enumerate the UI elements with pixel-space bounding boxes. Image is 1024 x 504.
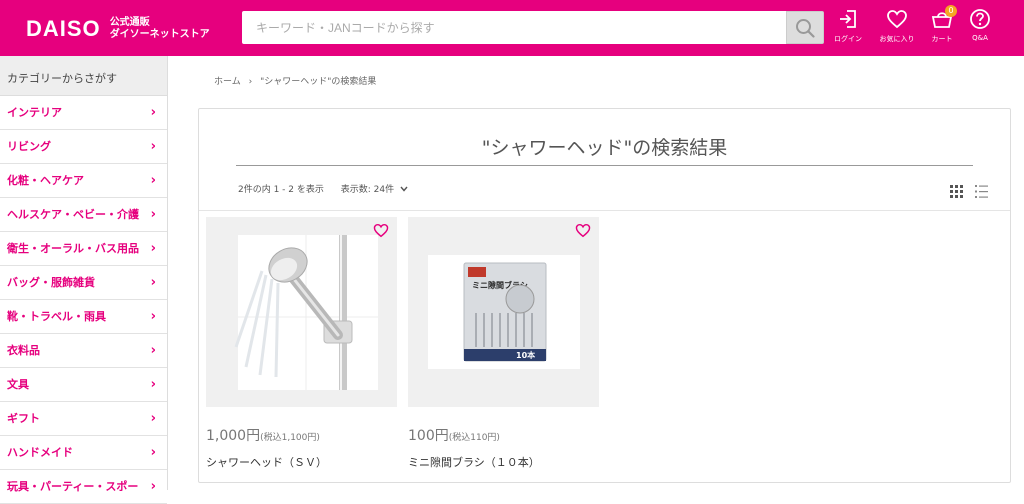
chevron-right-icon: › — [150, 479, 156, 494]
sidebar-title: カテゴリーからさがす — [0, 56, 167, 96]
chevron-right-icon: › — [150, 445, 156, 460]
sidebar-item[interactable]: 玩具・パーティー・スポー › — [0, 470, 167, 504]
per-page-value: 表示数: 24件 — [340, 185, 395, 195]
mini-brush-package-photo: ミニ隙間ブラシ 10本 — [408, 217, 599, 407]
search-button[interactable] — [786, 11, 824, 44]
price-tax-included: (税込110円) — [448, 433, 500, 443]
site-header: DAISO 公式通販 ダイソーネットストア ログイン お気に入り — [0, 0, 1024, 56]
qa-label: Q&A — [972, 34, 988, 42]
grid-view-toggle[interactable] — [950, 183, 963, 202]
breadcrumb-separator: › — [248, 77, 253, 87]
chevron-right-icon: › — [150, 241, 156, 256]
sidebar-item-label: 化粧・ヘアケア — [7, 174, 84, 187]
product-name[interactable]: シャワーヘッド（ＳＶ） — [206, 454, 397, 470]
chevron-right-icon: › — [150, 309, 156, 324]
price-value: 1,000円 — [206, 428, 261, 444]
product-name[interactable]: ミニ隙間ブラシ（１０本） — [408, 454, 599, 470]
favorites-link[interactable]: お気に入り — [875, 8, 919, 48]
sidebar-item[interactable]: 靴・トラベル・雨具 › — [0, 300, 167, 334]
daiso-logo[interactable]: DAISO 公式通販 ダイソーネットストア — [26, 16, 210, 41]
chevron-right-icon: › — [150, 275, 156, 290]
search-input[interactable] — [242, 11, 788, 44]
result-count-bar: 2件の内 1 - 2 を表示 表示数: 24件 — [238, 182, 408, 195]
sidebar-item[interactable]: ヘルスケア・ベビー・介護 › — [0, 198, 167, 232]
sidebar-item[interactable]: リビング › — [0, 130, 167, 164]
heart-icon — [887, 10, 907, 29]
page-title: "シャワーヘッド"の検索結果 — [481, 137, 728, 159]
logo-sub-line1: 公式通販 — [109, 17, 150, 28]
favorites-label: お気に入り — [879, 35, 915, 43]
price-value: 100円 — [408, 428, 449, 444]
sidebar-item[interactable]: インテリア › — [0, 96, 167, 130]
logo-sub-line2: ダイソーネットストア — [109, 29, 210, 40]
help-icon — [970, 9, 990, 29]
result-count-text: 2件の内 1 - 2 を表示 — [238, 185, 324, 195]
sidebar-item-label: 衣料品 — [7, 344, 40, 357]
sidebar-item[interactable]: ギフト › — [0, 402, 167, 436]
login-icon — [840, 10, 856, 28]
sidebar-item-label: 衛生・オーラル・バス用品 — [7, 242, 139, 255]
price-tax-included: (税込1,100円) — [260, 433, 320, 443]
logo-brand-text: DAISO — [26, 16, 101, 41]
per-page-select[interactable]: 表示数: 24件 — [341, 185, 408, 195]
sidebar-item-label: バッグ・服飾雑貨 — [7, 276, 95, 289]
login-label: ログイン — [834, 35, 862, 43]
login-link[interactable]: ログイン — [826, 8, 870, 48]
sidebar-item-label: 玩具・パーティー・スポー — [7, 480, 139, 493]
cart-count-badge: 0 — [945, 5, 957, 17]
category-list: インテリア › リビング › 化粧・ヘアケア › ヘルスケア・ベビー・介護 › 衛生・オーラル・… — [0, 96, 167, 504]
chevron-down-icon — [400, 186, 408, 192]
sidebar-item-label: 文具 — [7, 378, 29, 391]
sidebar-item-label: ギフト — [7, 412, 40, 425]
chevron-right-icon: › — [150, 207, 156, 222]
qa-link[interactable]: Q&A — [958, 8, 1002, 48]
favorite-heart-icon[interactable] — [373, 223, 389, 238]
shower-head-photo — [206, 217, 397, 407]
logo-subtitle: 公式通販 ダイソーネットストア — [110, 17, 210, 41]
chevron-right-icon: › — [150, 411, 156, 426]
grid-view-icon — [950, 185, 963, 198]
sidebar-item-label: ヘルスケア・ベビー・介護 — [7, 208, 139, 221]
sidebar-item[interactable]: 衛生・オーラル・バス用品 › — [0, 232, 167, 266]
product-price: 1,000円(税込1,100円) — [206, 425, 397, 445]
title-divider — [236, 165, 973, 166]
package-count: 10本 — [516, 350, 535, 360]
sidebar-item[interactable]: バッグ・服飾雑貨 › — [0, 266, 167, 300]
sidebar-item-label: リビング — [7, 140, 51, 153]
breadcrumb-current: "シャワーヘッド"の検索結果 — [260, 77, 377, 87]
chevron-right-icon: › — [150, 377, 156, 392]
breadcrumb-home[interactable]: ホーム — [214, 77, 241, 87]
sidebar-item[interactable]: 文具 › — [0, 368, 167, 402]
product-image[interactable] — [206, 217, 397, 407]
sidebar-item-label: ハンドメイド — [7, 446, 73, 459]
chevron-right-icon: › — [150, 139, 156, 154]
product-card[interactable]: ミニ隙間ブラシ 10本 100円(税込110円) ミニ隙間ブラシ（１０本） — [408, 217, 599, 470]
chevron-right-icon: › — [150, 105, 156, 120]
sidebar-item[interactable]: 衣料品 › — [0, 334, 167, 368]
sidebar-item[interactable]: ハンドメイド › — [0, 436, 167, 470]
search-icon — [796, 18, 815, 38]
list-view-icon — [975, 185, 988, 198]
list-view-toggle[interactable] — [975, 183, 988, 202]
breadcrumb: ホーム › "シャワーヘッド"の検索結果 — [214, 74, 376, 87]
chevron-right-icon: › — [150, 173, 156, 188]
favorite-heart-icon[interactable] — [575, 223, 591, 238]
product-price: 100円(税込110円) — [408, 425, 599, 445]
section-divider — [199, 210, 1010, 211]
chevron-right-icon: › — [150, 343, 156, 358]
category-sidebar: カテゴリーからさがす インテリア › リビング › 化粧・ヘアケア › ヘルスケア・ベビー・… — [0, 56, 168, 504]
product-card[interactable]: 1,000円(税込1,100円) シャワーヘッド（ＳＶ） — [206, 217, 397, 470]
search-results-panel: "シャワーヘッド"の検索結果 2件の内 1 - 2 を表示 表示数: 24件 1… — [198, 108, 1011, 483]
sidebar-item-label: インテリア — [7, 106, 62, 119]
search-bar — [242, 11, 824, 44]
sidebar-item[interactable]: 化粧・ヘアケア › — [0, 164, 167, 198]
product-image[interactable]: ミニ隙間ブラシ 10本 — [408, 217, 599, 407]
sidebar-item-label: 靴・トラベル・雨具 — [7, 310, 106, 323]
